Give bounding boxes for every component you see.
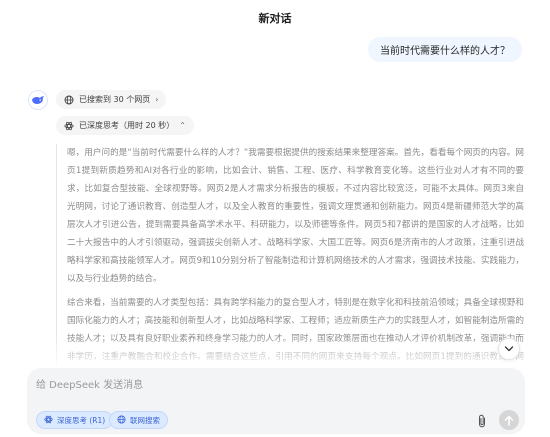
deep-think-button-label: 深度思考 (R1) xyxy=(57,415,106,425)
deep-think-atom-icon xyxy=(64,121,74,131)
web-search-button-label: 联网搜索 xyxy=(130,415,160,425)
thinking-content: 嗯，用户问的是“当前时代需要什么样的人才？”我需要根据提供的搜索结果来整理答案。… xyxy=(56,144,524,366)
message-input[interactable] xyxy=(36,377,456,393)
web-search-button[interactable]: 联网搜索 xyxy=(109,411,168,429)
deep-think-button[interactable]: 深度思考 (R1) xyxy=(36,411,114,429)
send-button[interactable] xyxy=(499,410,519,430)
chevron-down-icon xyxy=(504,346,514,352)
thinking-paragraph: 嗯，用户问的是“当前时代需要什么样的人才？”我需要根据提供的搜索结果来整理答案。… xyxy=(67,148,524,284)
message-composer: 深度思考 (R1) 联网搜索 xyxy=(27,368,525,434)
user-message-bubble: 当前时代需要什么样的人才？ xyxy=(368,37,522,62)
attach-file-button[interactable] xyxy=(475,413,489,429)
deep-think-atom-icon xyxy=(44,415,53,426)
thinking-paragraph: 综合来看，当前需要的人才类型包括：具有跨学科能力的复合型人才，特别是在数字化和科… xyxy=(67,298,524,362)
scroll-to-bottom-button[interactable] xyxy=(498,338,520,360)
deepseek-whale-icon xyxy=(28,90,48,110)
deep-think-toggle[interactable]: 已深度思考（用时 20 秒） ⌃ xyxy=(56,116,194,135)
search-results-label: 已搜索到 30 个网页 xyxy=(79,95,151,104)
globe-icon xyxy=(117,414,126,426)
deep-think-label: 已深度思考（用时 20 秒） xyxy=(79,121,175,130)
top-bar: 新对话 xyxy=(0,0,550,36)
search-results-toggle[interactable]: 已搜索到 30 个网页 › xyxy=(56,90,167,109)
chevron-right-icon: › xyxy=(155,95,159,104)
arrow-up-icon xyxy=(504,415,514,426)
search-globe-icon xyxy=(64,95,74,105)
chat-title: 新对话 xyxy=(258,12,292,25)
chat-area[interactable]: 当前时代需要什么样的人才？ 已搜索到 30 个网页 › 已深度思考（用时 20 … xyxy=(0,36,550,366)
chevron-up-icon: ⌃ xyxy=(179,121,186,130)
paperclip-icon xyxy=(479,414,485,428)
